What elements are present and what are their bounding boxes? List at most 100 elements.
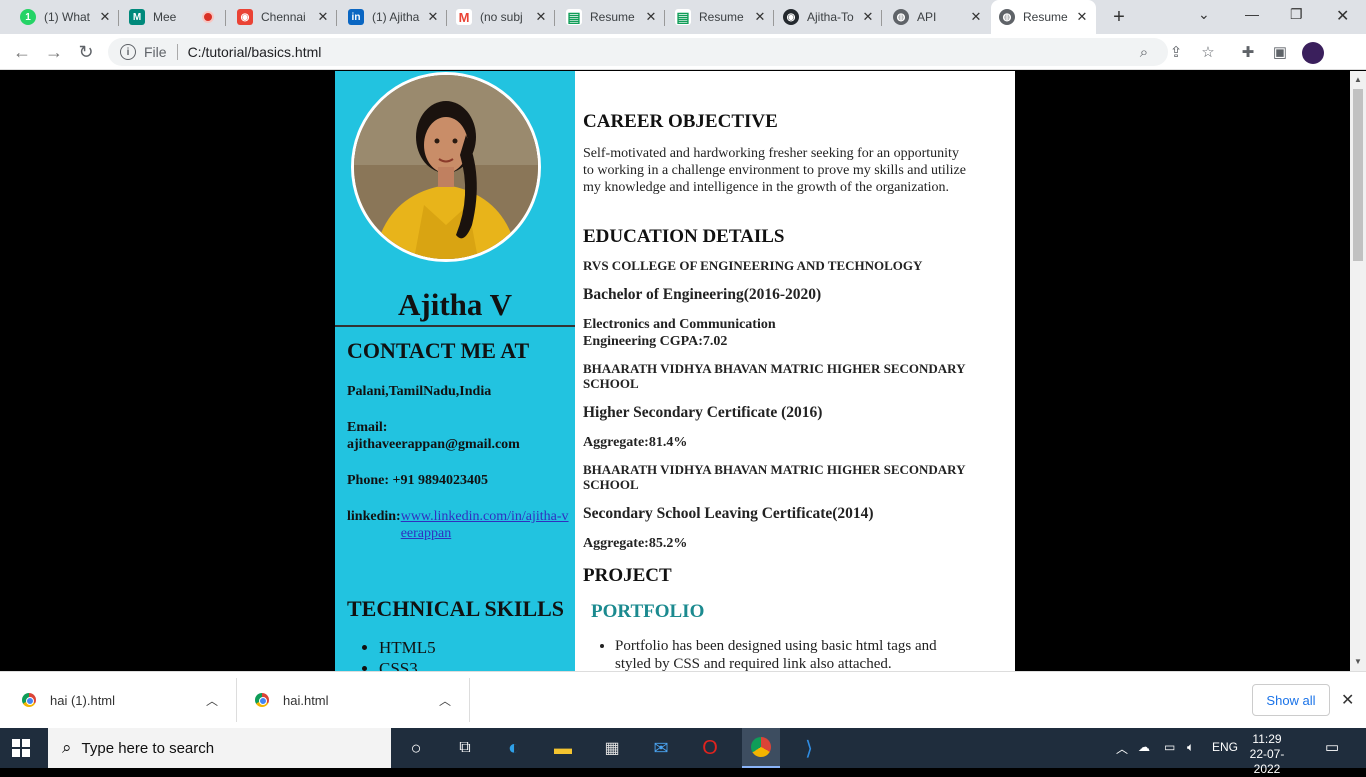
- address-bar[interactable]: i File C:/tutorial/basics.html: [108, 38, 1168, 66]
- list-item: HTML5: [379, 638, 436, 657]
- tab-github[interactable]: ◉ Ajitha-To ✕: [775, 4, 882, 30]
- email-text: ajithaveerappan@gmail.com: [347, 437, 520, 452]
- location-text: Palani,TamilNadu,India: [347, 384, 492, 399]
- language-indicator[interactable]: ENG: [1212, 740, 1238, 754]
- battery-icon[interactable]: ▭: [1164, 740, 1175, 754]
- close-tab-icon[interactable]: ✕: [643, 9, 659, 25]
- zoom-icon[interactable]: ⌕: [1135, 44, 1153, 62]
- extensions-icon[interactable]: ✚: [1239, 44, 1257, 62]
- new-tab-button[interactable]: +: [1108, 6, 1130, 29]
- chrome-file-icon: [255, 693, 269, 707]
- divider: [335, 325, 575, 327]
- close-tab-icon[interactable]: ✕: [97, 9, 113, 25]
- tab-gmail[interactable]: M (no subj ✕: [448, 4, 555, 30]
- tab-title: (no subj: [480, 10, 523, 24]
- chevron-up-icon[interactable]: ︿: [206, 692, 218, 709]
- clock-time: 11:29: [1252, 732, 1282, 746]
- tab-linkedin[interactable]: in (1) Ajitha ✕: [340, 4, 447, 30]
- tab-api[interactable]: ◍ API ✕: [885, 4, 990, 30]
- close-tab-icon[interactable]: ✕: [533, 9, 549, 25]
- tab-meet[interactable]: M Mee: [121, 4, 226, 30]
- restore-button[interactable]: ❐: [1290, 6, 1303, 23]
- linkedin-link[interactable]: www.linkedin.com/in/ajitha-veerappan: [401, 508, 571, 542]
- search-placeholder: Type here to search: [81, 739, 215, 757]
- task-view-icon[interactable]: ⧉: [452, 736, 478, 760]
- opera-icon[interactable]: O: [697, 736, 723, 760]
- tab-title: Resume: [1023, 10, 1068, 24]
- close-downloads-icon[interactable]: ✕: [1341, 690, 1354, 710]
- minimize-button[interactable]: —: [1245, 6, 1259, 22]
- close-tab-icon[interactable]: ✕: [425, 9, 441, 25]
- scroll-up-icon[interactable]: ▲: [1354, 75, 1362, 84]
- close-tab-icon[interactable]: ✕: [315, 9, 331, 25]
- vscode-icon[interactable]: ⟩: [796, 736, 822, 760]
- url-text[interactable]: C:/tutorial/basics.html: [188, 44, 322, 60]
- profile-photo-illustration: [354, 75, 538, 259]
- download-item[interactable]: hai.html ︿: [255, 672, 455, 728]
- tab-resume-doc-1[interactable]: ▤ Resume ✕: [558, 4, 665, 30]
- tray-chevron-icon[interactable]: ︿: [1116, 740, 1128, 757]
- windows-start-icon[interactable]: [12, 739, 30, 757]
- project-name: PORTFOLIO: [591, 601, 705, 622]
- scroll-down-icon[interactable]: ▼: [1354, 657, 1362, 666]
- cortana-icon[interactable]: ○: [403, 736, 429, 760]
- list-item: CSS3: [379, 659, 436, 671]
- chrome-file-icon: [22, 693, 36, 707]
- github-icon: ◉: [783, 9, 799, 25]
- scrollbar-thumb[interactable]: [1353, 89, 1363, 261]
- edu3-degree: Secondary School Leaving Certificate(201…: [583, 505, 874, 522]
- page-viewport: Ajitha V CONTACT ME AT Palani,TamilNadu,…: [0, 71, 1350, 671]
- contact-heading: CONTACT ME AT: [347, 338, 530, 363]
- email-label: Email:: [347, 420, 388, 435]
- close-window-button[interactable]: ✕: [1336, 6, 1349, 26]
- tab-title: Resume: [590, 10, 635, 24]
- download-item[interactable]: hai (1).html ︿: [22, 672, 222, 728]
- search-icon: ⌕: [62, 738, 72, 757]
- sheets-icon: ▤: [675, 8, 691, 25]
- taskbar-search[interactable]: ⌕ Type here to search: [48, 728, 391, 768]
- back-button[interactable]: ←: [12, 42, 32, 63]
- store-icon[interactable]: ▦: [599, 736, 625, 760]
- education-heading: EDUCATION DETAILS: [583, 226, 785, 247]
- close-tab-icon[interactable]: ✕: [1074, 9, 1090, 25]
- bookmark-star-icon[interactable]: ☆: [1199, 44, 1217, 62]
- tab-whatsapp[interactable]: 1 (1) What ✕: [12, 4, 119, 30]
- notifications-icon[interactable]: ▭: [1325, 738, 1339, 756]
- profile-photo: [351, 72, 541, 262]
- tab-maps[interactable]: ◉ Chennai ✕: [229, 4, 337, 30]
- tab-search-icon[interactable]: ⌄: [1198, 6, 1210, 23]
- close-tab-icon[interactable]: ✕: [860, 9, 876, 25]
- windows-taskbar: ⌕ Type here to search ○ ⧉ ◐ ▬ ▦ ✉ O ⟩ ︿ …: [0, 728, 1366, 776]
- tab-resume-active[interactable]: ◍ Resume ✕: [991, 0, 1096, 34]
- gmail-icon: M: [456, 9, 472, 25]
- chrome-taskbar-icon[interactable]: [742, 728, 780, 768]
- sheets-icon: ▤: [566, 8, 582, 25]
- edu2-aggregate: Aggregate:81.4%: [583, 435, 688, 450]
- close-tab-icon[interactable]: ✕: [752, 9, 768, 25]
- linkedin-icon: in: [348, 9, 364, 25]
- chevron-up-icon[interactable]: ︿: [439, 692, 451, 709]
- vertical-scrollbar[interactable]: ▲ ▼: [1350, 71, 1366, 671]
- mail-icon[interactable]: ✉: [648, 736, 674, 760]
- tab-title: API: [917, 10, 937, 24]
- show-all-button[interactable]: Show all: [1252, 684, 1330, 716]
- forward-button[interactable]: →: [44, 42, 64, 63]
- phone-text: Phone: +91 9894023405: [347, 473, 488, 488]
- close-tab-icon[interactable]: ✕: [968, 9, 984, 25]
- volume-icon[interactable]: 🔈︎: [1187, 740, 1194, 755]
- divider: [236, 678, 237, 722]
- taskbar-clock[interactable]: 11:29 22-07-2022: [1242, 732, 1292, 777]
- globe-icon: ◍: [893, 9, 909, 25]
- edge-icon[interactable]: ◐: [501, 736, 527, 760]
- share-icon[interactable]: ⇪: [1167, 44, 1185, 62]
- info-icon[interactable]: i: [120, 44, 136, 60]
- tab-resume-doc-2[interactable]: ▤ Resume ✕: [667, 4, 774, 30]
- reload-button[interactable]: ↻: [76, 42, 96, 63]
- network-icon[interactable]: ☁: [1138, 740, 1150, 754]
- profile-avatar[interactable]: [1302, 42, 1324, 64]
- globe-icon: ◍: [999, 9, 1015, 25]
- file-explorer-icon[interactable]: ▬: [550, 736, 576, 760]
- edu1-school: RVS COLLEGE OF ENGINEERING AND TECHNOLOG…: [583, 258, 923, 273]
- linkedin-label: linkedin:: [347, 509, 401, 524]
- side-panel-icon[interactable]: ▣: [1271, 44, 1289, 62]
